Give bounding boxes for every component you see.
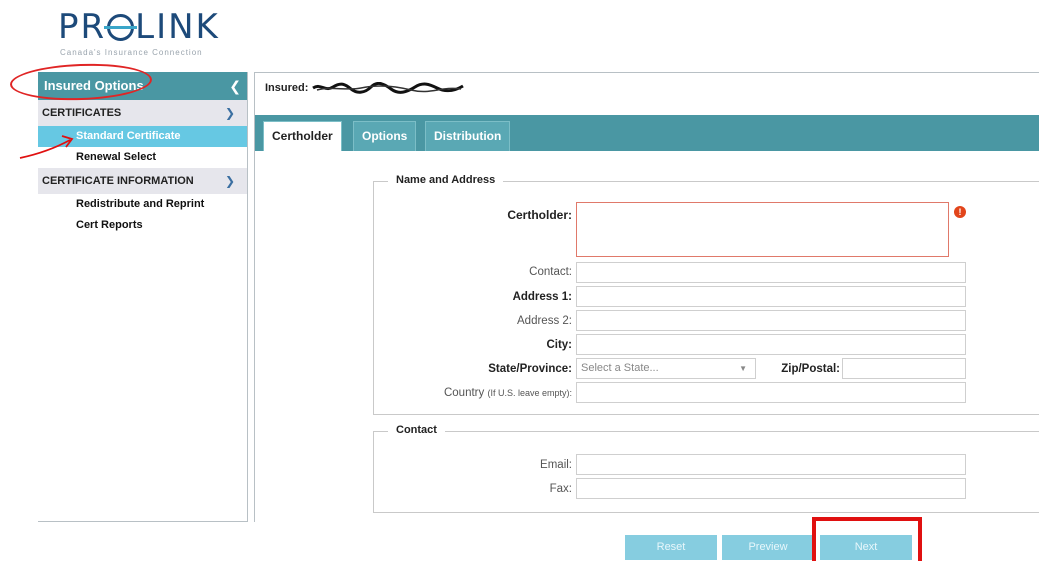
certholder-label: Certholder:	[507, 208, 572, 222]
city-field[interactable]	[576, 334, 966, 355]
main-panel: Insured: Certholder Options Distribution…	[254, 72, 1039, 522]
city-label: City:	[546, 339, 572, 351]
chevron-down-icon[interactable]: ❯	[225, 100, 235, 126]
address2-label: Address 2:	[517, 315, 572, 327]
contact-field[interactable]	[576, 262, 966, 283]
name-address-legend: Name and Address	[388, 174, 504, 186]
certholder-field[interactable]	[576, 202, 949, 257]
tab-bar: Certholder Options Distribution	[255, 115, 1039, 151]
redacted-insured-name	[312, 82, 465, 94]
state-select[interactable]: Select a State... ▼	[576, 358, 756, 379]
email-label: Email:	[540, 459, 572, 471]
chevron-down-icon[interactable]: ❯	[225, 168, 235, 194]
chevron-left-icon[interactable]: ❮	[229, 72, 241, 100]
preview-button[interactable]: Preview	[722, 535, 814, 560]
sidebar-item-cert-reports[interactable]: Cert Reports	[38, 215, 247, 236]
tab-certholder[interactable]: Certholder	[263, 121, 342, 151]
contact-fieldset: Contact Email: Fax:	[373, 424, 1039, 513]
reset-button[interactable]: Reset	[625, 535, 717, 560]
annotation-highlight-box	[812, 517, 922, 561]
address2-field[interactable]	[576, 310, 966, 331]
dropdown-caret-icon: ▼	[739, 364, 747, 373]
insured-label: Insured:	[265, 82, 309, 94]
state-select-value: Select a State...	[581, 362, 659, 374]
sidebar-section-label: CERTIFICATES	[42, 107, 122, 119]
sidebar-item-redistribute-reprint[interactable]: Redistribute and Reprint	[38, 194, 247, 215]
zip-label: Zip/Postal:	[781, 363, 840, 375]
sidebar-section-certificates[interactable]: CERTIFICATES ❯	[38, 100, 247, 126]
fax-label: Fax:	[549, 483, 572, 495]
logo-o-ring	[104, 14, 138, 41]
sidebar-section-label: CERTIFICATE INFORMATION	[42, 175, 194, 187]
sidebar-section-certificate-information[interactable]: CERTIFICATE INFORMATION ❯	[38, 168, 247, 194]
insured-bar: Insured:	[255, 73, 1039, 103]
country-label: Country (If U.S. leave empty):	[443, 387, 572, 399]
country-hint: (If U.S. leave empty):	[487, 388, 572, 398]
error-icon: !	[954, 206, 966, 218]
state-label: State/Province:	[488, 363, 572, 375]
contact-label: Contact:	[529, 266, 572, 278]
email-field[interactable]	[576, 454, 966, 475]
address1-label: Address 1:	[512, 291, 572, 303]
logo-wordmark: PR LINK	[58, 7, 220, 47]
country-field[interactable]	[576, 382, 966, 403]
fax-field[interactable]	[576, 478, 966, 499]
contact-legend: Contact	[388, 424, 445, 436]
zip-field[interactable]	[842, 358, 966, 379]
address1-field[interactable]	[576, 286, 966, 307]
tab-options[interactable]: Options	[353, 121, 417, 151]
logo-tagline: Canada's Insurance Connection	[60, 48, 203, 57]
tab-distribution[interactable]: Distribution	[425, 121, 511, 151]
prolink-logo: PR LINK Canada's Insurance Connection	[58, 8, 220, 57]
annotation-arrow	[19, 135, 74, 159]
name-address-fieldset: Name and Address Certholder: ! Contact: …	[373, 174, 1039, 415]
